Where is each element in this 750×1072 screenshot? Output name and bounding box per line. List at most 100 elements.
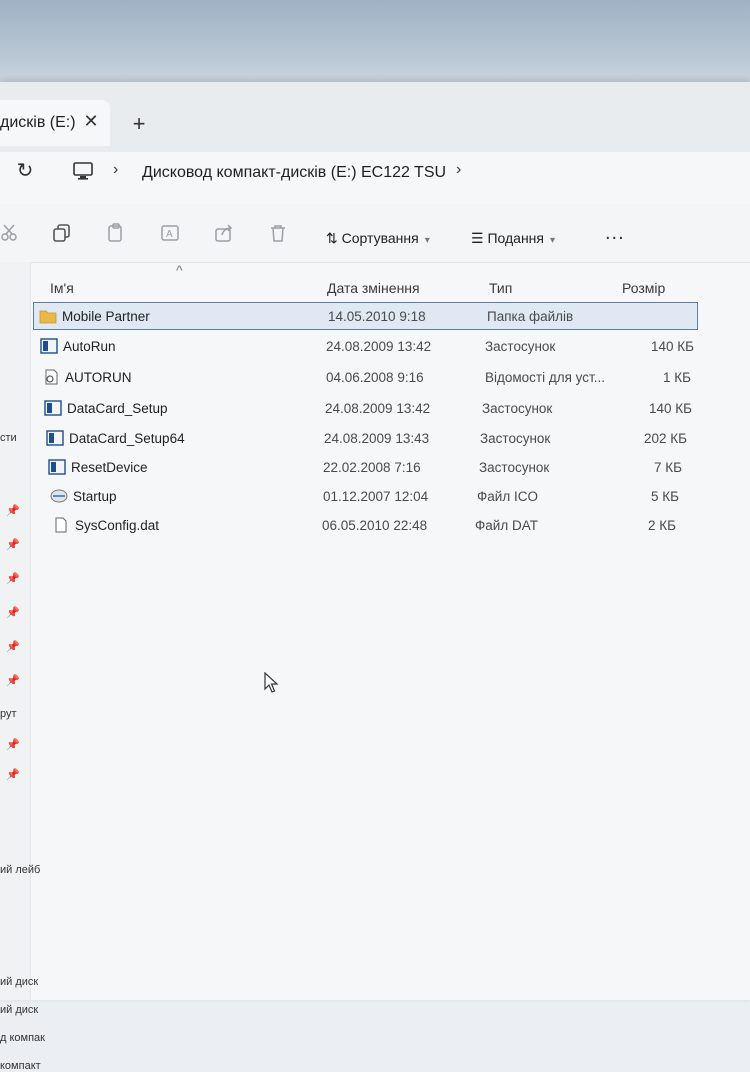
file-row[interactable]: AutoRun 24.08.2009 13:42 Застосунок 140 КБ: [35, 333, 700, 361]
new-tab-icon[interactable]: +: [127, 112, 151, 136]
file-name: AutoRun: [63, 339, 116, 354]
view-list-icon: ☰: [471, 230, 484, 246]
file-type: Відомості для уст...: [485, 370, 605, 385]
refresh-icon[interactable]: ↻: [14, 160, 36, 182]
file-date: 14.05.2010 9:18: [328, 309, 426, 324]
nav-item-label[interactable]: компакт: [0, 1060, 41, 1072]
nav-item-label[interactable]: сти: [0, 432, 17, 444]
file-row[interactable]: ResetDevice 22.02.2008 7:16 Застосунок 7 КБ: [43, 454, 708, 482]
file-name: Startup: [73, 489, 117, 504]
file-name: ResetDevice: [71, 460, 148, 475]
share-icon[interactable]: [214, 223, 234, 243]
delete-icon[interactable]: [268, 223, 288, 243]
tab-drive-e[interactable]: дисків (E:) ✕: [0, 100, 110, 146]
file-type: Застосунок: [485, 339, 556, 354]
file-date: 24.08.2009 13:43: [324, 431, 430, 446]
file-size: 202 КБ: [644, 431, 687, 446]
address-bar: ↻ › Дисковод компакт-дисків (E:) EC122 T…: [0, 152, 750, 204]
sort-ascending-icon: ^: [176, 262, 183, 278]
sort-label: Сортування: [341, 230, 419, 246]
chevron-right-icon[interactable]: ›: [456, 161, 461, 179]
close-icon[interactable]: ✕: [80, 110, 102, 132]
nav-item-label[interactable]: ий диск: [0, 1004, 38, 1016]
file-date: 01.12.2007 12:04: [323, 489, 429, 504]
file-name: Mobile Partner: [62, 309, 150, 324]
file-row[interactable]: Startup 01.12.2007 12:04 Файл ICO 5 КБ: [45, 483, 710, 511]
desktop-wallpaper: [0, 0, 750, 95]
nav-item-label[interactable]: д компак: [0, 1032, 45, 1044]
breadcrumb[interactable]: Дисковод компакт-дисків (E:) EC122 TSU: [142, 164, 446, 182]
more-options-button[interactable]: ...: [605, 222, 625, 245]
file-explorer-window: дисків (E:) ✕ + ↻ › Дисковод компакт-дис…: [0, 82, 750, 1072]
navigation-pane: сти 📌 📌 📌 📌 📌 📌 рут 📌 📌 ий лейб ий диск …: [0, 262, 45, 1072]
rename-icon[interactable]: A: [160, 223, 180, 243]
cut-icon[interactable]: [0, 223, 20, 243]
ico-file-icon: [50, 488, 68, 504]
sort-icon: ⇅: [326, 230, 338, 246]
pin-icon: 📌: [6, 675, 20, 687]
file-type: Файл DAT: [475, 518, 538, 533]
tab-strip: дисків (E:) ✕ +: [0, 82, 750, 162]
app-icon: [46, 430, 64, 446]
file-date: 06.05.2010 22:48: [322, 518, 428, 533]
file-row[interactable]: DataCard_Setup64 24.08.2009 13:43 Застосун…: [41, 425, 706, 453]
mouse-cursor-icon: [264, 671, 280, 694]
pin-icon: 📌: [6, 641, 20, 653]
folder-icon: [39, 308, 57, 324]
nav-item-label[interactable]: рут: [0, 708, 17, 720]
file-size: 1 КБ: [663, 370, 691, 385]
file-type: Застосунок: [482, 401, 553, 416]
file-date: 24.08.2009 13:42: [325, 401, 431, 416]
file-name: SysConfig.dat: [75, 518, 160, 533]
file-date: 04.06.2008 9:16: [326, 370, 424, 385]
view-label: Подання: [487, 230, 544, 246]
document-icon: [52, 517, 70, 533]
chevron-down-icon: ▾: [424, 235, 430, 246]
file-type: Папка файлів: [487, 309, 574, 324]
command-bar: A ⇅ Сортування ▾ ☰ Подання ▾ ...: [0, 204, 750, 263]
nav-item-label[interactable]: ий лейб: [0, 864, 40, 876]
chevron-down-icon: ▾: [550, 235, 556, 246]
file-size: 2 КБ: [648, 518, 676, 533]
column-header-row: ^ Ім'я Дата змінення Тип Розмір: [30, 262, 750, 296]
column-header-type[interactable]: Тип: [489, 280, 512, 296]
pin-icon: 📌: [6, 739, 20, 751]
column-header-date[interactable]: Дата змінення: [327, 280, 420, 296]
file-size: 7 КБ: [654, 460, 682, 475]
column-header-name[interactable]: Ім'я: [50, 280, 74, 296]
file-name: AUTORUN: [65, 370, 132, 385]
setup-info-icon: [42, 369, 60, 385]
tab-label: дисків (E:): [0, 114, 76, 131]
file-type: Застосунок: [480, 431, 551, 446]
file-name: DataCard_Setup: [67, 401, 168, 416]
svg-text:A: A: [166, 229, 173, 240]
file-size: 5 КБ: [651, 489, 679, 504]
file-size: 140 КБ: [649, 401, 692, 416]
file-type: Застосунок: [479, 460, 550, 475]
chevron-right-icon[interactable]: ›: [113, 161, 118, 179]
file-size: 140 КБ: [651, 339, 694, 354]
paste-icon[interactable]: [106, 223, 126, 243]
pin-icon: 📌: [6, 607, 20, 619]
file-row[interactable]: DataCard_Setup 24.08.2009 13:42 Застосунок…: [39, 395, 704, 423]
computer-icon[interactable]: [72, 160, 94, 182]
file-date: 22.02.2008 7:16: [323, 460, 421, 475]
file-row[interactable]: Mobile Partner 14.05.2010 9:18 Папка файлі…: [33, 302, 698, 330]
sort-button[interactable]: ⇅ Сортування ▾: [326, 230, 430, 247]
pin-icon: 📌: [6, 505, 20, 517]
file-date: 24.08.2009 13:42: [326, 339, 432, 354]
file-type: Файл ICO: [477, 489, 538, 504]
app-icon: [40, 338, 58, 354]
copy-icon[interactable]: [52, 223, 72, 243]
view-button[interactable]: ☰ Подання ▾: [471, 230, 555, 247]
file-row[interactable]: AUTORUN 04.06.2008 9:16 Відомості для уст.…: [37, 364, 702, 392]
pin-icon: 📌: [6, 573, 20, 585]
file-name: DataCard_Setup64: [69, 431, 185, 446]
nav-item-label[interactable]: ий диск: [0, 976, 38, 988]
app-icon: [48, 459, 66, 475]
pin-icon: 📌: [6, 769, 20, 781]
column-header-size[interactable]: Розмір: [622, 280, 665, 296]
pin-icon: 📌: [6, 539, 20, 551]
file-row[interactable]: SysConfig.dat 06.05.2010 22:48 Файл DAT 2 К…: [47, 512, 712, 540]
app-icon: [44, 400, 62, 416]
